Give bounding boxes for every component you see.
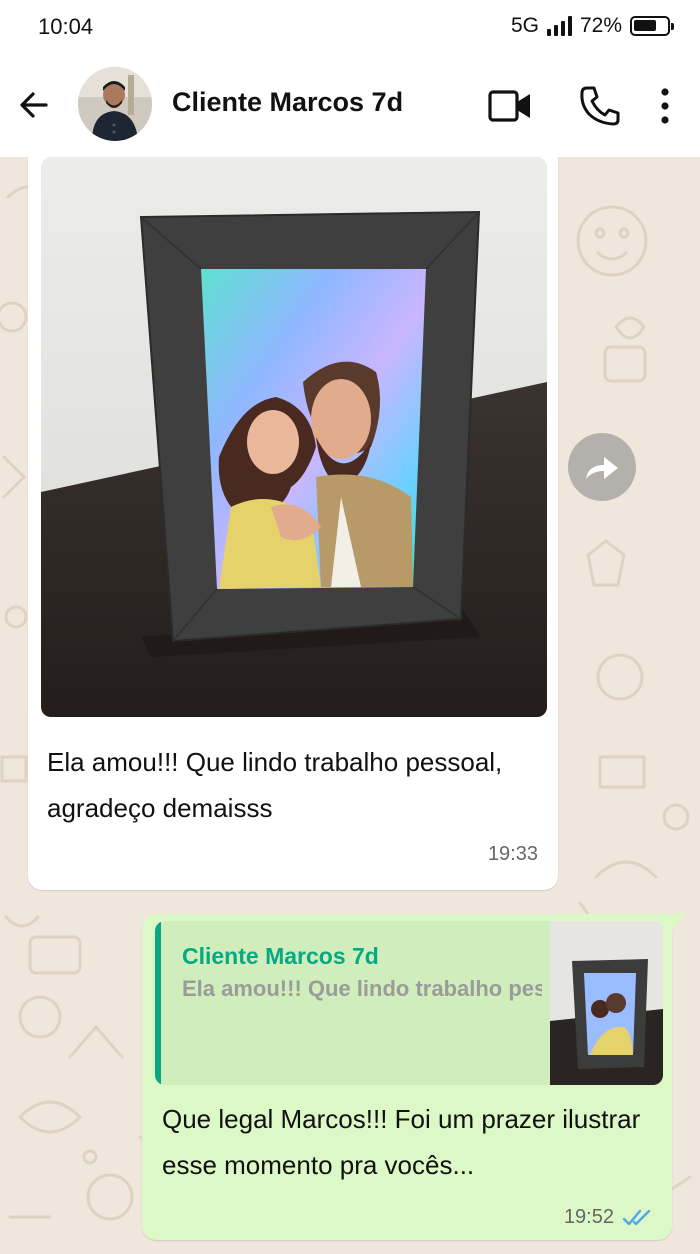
quote-author: Cliente Marcos 7d <box>182 943 379 969</box>
back-arrow-icon <box>20 92 48 118</box>
video-call-icon <box>488 90 530 122</box>
outgoing-message-text: Que legal Marcos!!! Foi um prazer ilustr… <box>162 1104 641 1180</box>
incoming-message-time: 19:33 <box>487 843 538 865</box>
quote-accent-bar <box>155 921 161 1085</box>
chat-area[interactable]: Ela amou!!! Que lindo trabalho pessoal, … <box>0 157 700 1254</box>
quote-thumbnail <box>550 921 663 1085</box>
forward-button[interactable] <box>568 433 636 501</box>
signal-icon <box>546 16 572 36</box>
status-indicators: 5G 72% <box>510 14 674 38</box>
back-button[interactable] <box>14 85 54 125</box>
video-call-button[interactable] <box>486 83 534 129</box>
outgoing-message-meta: 19:52 <box>564 1206 654 1229</box>
photo-frame-image <box>41 157 547 717</box>
chat-header: Cliente Marcos 7d <box>0 55 700 157</box>
quote-text: Ela amou!!! Que lindo trabalho pessoal, … <box>182 976 542 1001</box>
contact-name[interactable]: Cliente Marcos 7d <box>172 87 403 118</box>
phone-icon <box>580 86 620 126</box>
outgoing-message-time: 19:52 <box>563 1206 614 1228</box>
more-options-icon <box>661 88 669 124</box>
more-options-button[interactable] <box>650 83 680 129</box>
bubble-tail <box>672 914 686 930</box>
forward-icon <box>586 455 618 479</box>
quote-thumbnail-image <box>550 921 663 1085</box>
status-bar: 10:04 5G 72% <box>0 0 700 55</box>
battery-icon <box>630 16 674 36</box>
incoming-message-text: Ela amou!!! Que lindo trabalho pessoal, … <box>47 747 503 823</box>
contact-avatar[interactable] <box>78 67 152 141</box>
quoted-reply[interactable]: Cliente Marcos 7d Ela amou!!! Que lindo … <box>155 921 663 1085</box>
read-receipt-icon <box>622 1209 651 1225</box>
network-type: 5G <box>510 14 539 37</box>
outgoing-message[interactable]: Cliente Marcos 7d Ela amou!!! Que lindo … <box>142 914 686 1240</box>
avatar-photo <box>78 67 152 141</box>
status-time: 10:04 <box>38 14 94 39</box>
incoming-message[interactable]: Ela amou!!! Que lindo trabalho pessoal, … <box>28 157 558 890</box>
voice-call-button[interactable] <box>576 83 624 129</box>
message-photo[interactable] <box>41 157 547 717</box>
battery-percent: 72% <box>579 14 622 37</box>
